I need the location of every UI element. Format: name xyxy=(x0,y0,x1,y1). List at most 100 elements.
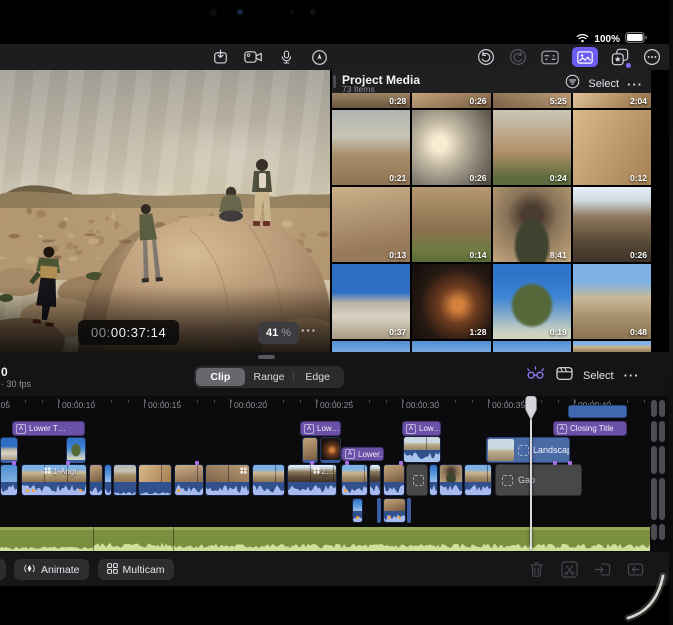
media-clip-thumbnail[interactable] xyxy=(493,341,571,352)
connected-below-clip[interactable] xyxy=(383,498,406,523)
media-select-button[interactable]: Select xyxy=(588,78,619,90)
timeline-resize-handle[interactable] xyxy=(258,355,275,359)
spine-clip[interactable] xyxy=(205,464,250,496)
media-clip-thumbnail[interactable]: 0:21 xyxy=(332,110,410,185)
cropped-button-fragment[interactable] xyxy=(0,559,6,580)
timeline-more-button[interactable]: ··· xyxy=(624,368,640,383)
media-clip-thumbnail[interactable]: 0:26 xyxy=(573,187,651,262)
connected-video-clip[interactable]: Landscap… xyxy=(486,437,570,463)
viewer[interactable]: 00:00:37:14 41 % ··· xyxy=(0,70,330,352)
music-track-clip[interactable] xyxy=(0,527,650,551)
connected-clip-thumbnail[interactable] xyxy=(320,437,341,463)
record-icon[interactable] xyxy=(243,47,263,67)
more-icon[interactable] xyxy=(642,47,662,67)
title-clip[interactable]: ALower T… xyxy=(12,421,85,436)
media-browser-icon[interactable] xyxy=(572,47,598,67)
playhead-handle[interactable] xyxy=(523,396,539,422)
zoom-level-button[interactable]: 41 % xyxy=(258,322,299,344)
title-clip[interactable]: ALow… xyxy=(300,421,341,436)
magic-tools-icon[interactable] xyxy=(525,365,546,386)
mode-range[interactable]: Range xyxy=(245,368,294,386)
media-clip-thumbnail[interactable]: 0:26 xyxy=(412,93,490,108)
media-clip-thumbnail[interactable]: 0:24 xyxy=(493,110,571,185)
viewer-more-button[interactable]: ··· xyxy=(301,323,317,338)
spine-clip[interactable] xyxy=(104,464,112,496)
media-clip-thumbnail[interactable]: 0:48 xyxy=(573,264,651,339)
media-clip-thumbnail[interactable]: 0:13 xyxy=(332,187,410,262)
spine-clip[interactable] xyxy=(89,464,103,496)
gap-clip[interactable]: Gap xyxy=(406,464,428,496)
scrollbar-segment[interactable] xyxy=(659,446,665,474)
scrollbar-segment[interactable] xyxy=(659,524,665,540)
connected-clip-thumbnail[interactable] xyxy=(302,437,318,463)
connected-clip-thumbnail[interactable] xyxy=(66,437,86,463)
scrollbar-segment[interactable] xyxy=(651,421,657,442)
mode-clip[interactable]: Clip xyxy=(196,368,245,386)
connected-below-clip[interactable] xyxy=(352,498,363,523)
title-clip[interactable]: ALow… xyxy=(402,421,441,436)
connected-av-clip[interactable] xyxy=(403,436,441,463)
spine-clip[interactable] xyxy=(113,464,137,496)
draw-icon[interactable] xyxy=(309,47,329,67)
media-clip-thumbnail[interactable]: 8:41 xyxy=(493,187,571,262)
scrollbar-segment[interactable] xyxy=(651,524,657,540)
timeline[interactable]: 00:00:0500:00:1000:00:1500:00:2000:00:25… xyxy=(0,396,669,552)
scrollbar-segment[interactable] xyxy=(651,400,657,417)
spine-clip[interactable] xyxy=(174,464,204,496)
spine-clip[interactable] xyxy=(252,464,285,496)
spine-clip[interactable]: 2… xyxy=(287,464,337,496)
media-clip-thumbnail[interactable]: 0:26 xyxy=(412,110,490,185)
redo-icon[interactable] xyxy=(508,47,528,67)
effects-icon[interactable] xyxy=(610,47,630,67)
spine-clip[interactable] xyxy=(439,464,463,496)
media-clip-thumbnail[interactable]: 0:37 xyxy=(332,264,410,339)
mode-edge[interactable]: Edge xyxy=(293,368,342,386)
scrollbar-segment[interactable] xyxy=(659,421,665,442)
media-clip-thumbnail[interactable]: 0:19 xyxy=(493,264,571,339)
media-clip-thumbnail[interactable]: 5:25 xyxy=(493,93,571,108)
panel-drag-handle[interactable] xyxy=(333,75,336,88)
media-clip-thumbnail[interactable]: 0:14 xyxy=(412,187,490,262)
media-clip-thumbnail[interactable]: 2:04 xyxy=(573,93,651,108)
blade-icon[interactable] xyxy=(559,559,579,579)
import-icon[interactable] xyxy=(210,47,230,67)
connected-clip-bar[interactable] xyxy=(568,405,627,418)
spine-clip[interactable]: 1-Angl… xyxy=(21,464,87,496)
multicam-button[interactable]: Multicam xyxy=(98,559,174,580)
scrollbar-segment[interactable] xyxy=(651,478,657,520)
mic-icon[interactable] xyxy=(276,47,296,67)
trash-icon[interactable] xyxy=(526,559,546,579)
title-clip[interactable]: ALower… xyxy=(341,447,384,461)
gap-clip[interactable]: Gap xyxy=(495,464,582,496)
spine-clip[interactable] xyxy=(0,464,18,496)
animate-button[interactable]: Animate xyxy=(14,559,89,580)
undo-icon[interactable] xyxy=(476,47,496,67)
connected-audio-sliver[interactable] xyxy=(407,498,411,523)
spine-clip[interactable] xyxy=(429,464,438,496)
spine-clip[interactable] xyxy=(341,464,368,496)
filter-icon[interactable] xyxy=(565,74,580,94)
media-clip-thumbnail[interactable] xyxy=(573,341,651,352)
media-clip-thumbnail[interactable]: 1:28 xyxy=(412,264,490,339)
timecode-display[interactable]: 00:00:37:14 xyxy=(78,320,179,345)
connected-clip-thumbnail[interactable] xyxy=(0,437,18,463)
timeline-select-button[interactable]: Select xyxy=(583,370,614,382)
media-clip-thumbnail[interactable] xyxy=(412,341,490,352)
animate-icon xyxy=(23,563,36,577)
title-clip[interactable]: AClosing Title xyxy=(553,421,627,436)
spine-clip[interactable] xyxy=(383,464,405,496)
scrollbar-segment[interactable] xyxy=(659,478,665,520)
spine-clip[interactable] xyxy=(138,464,172,496)
clapperboard-icon[interactable] xyxy=(556,366,573,386)
scrollbar-segment[interactable] xyxy=(651,446,657,474)
media-clip-thumbnail[interactable]: 0:12 xyxy=(573,110,651,185)
playhead-line[interactable] xyxy=(530,410,532,550)
media-clip-thumbnail[interactable]: 0:28 xyxy=(332,93,410,108)
connected-audio-sliver[interactable] xyxy=(377,498,381,523)
spine-clip[interactable] xyxy=(369,464,381,496)
scrollbar-segment[interactable] xyxy=(659,400,665,417)
media-more-button[interactable]: ··· xyxy=(627,77,643,92)
media-clip-thumbnail[interactable] xyxy=(332,341,410,352)
spine-clip[interactable] xyxy=(464,464,492,496)
inspector-icon[interactable] xyxy=(540,47,560,67)
